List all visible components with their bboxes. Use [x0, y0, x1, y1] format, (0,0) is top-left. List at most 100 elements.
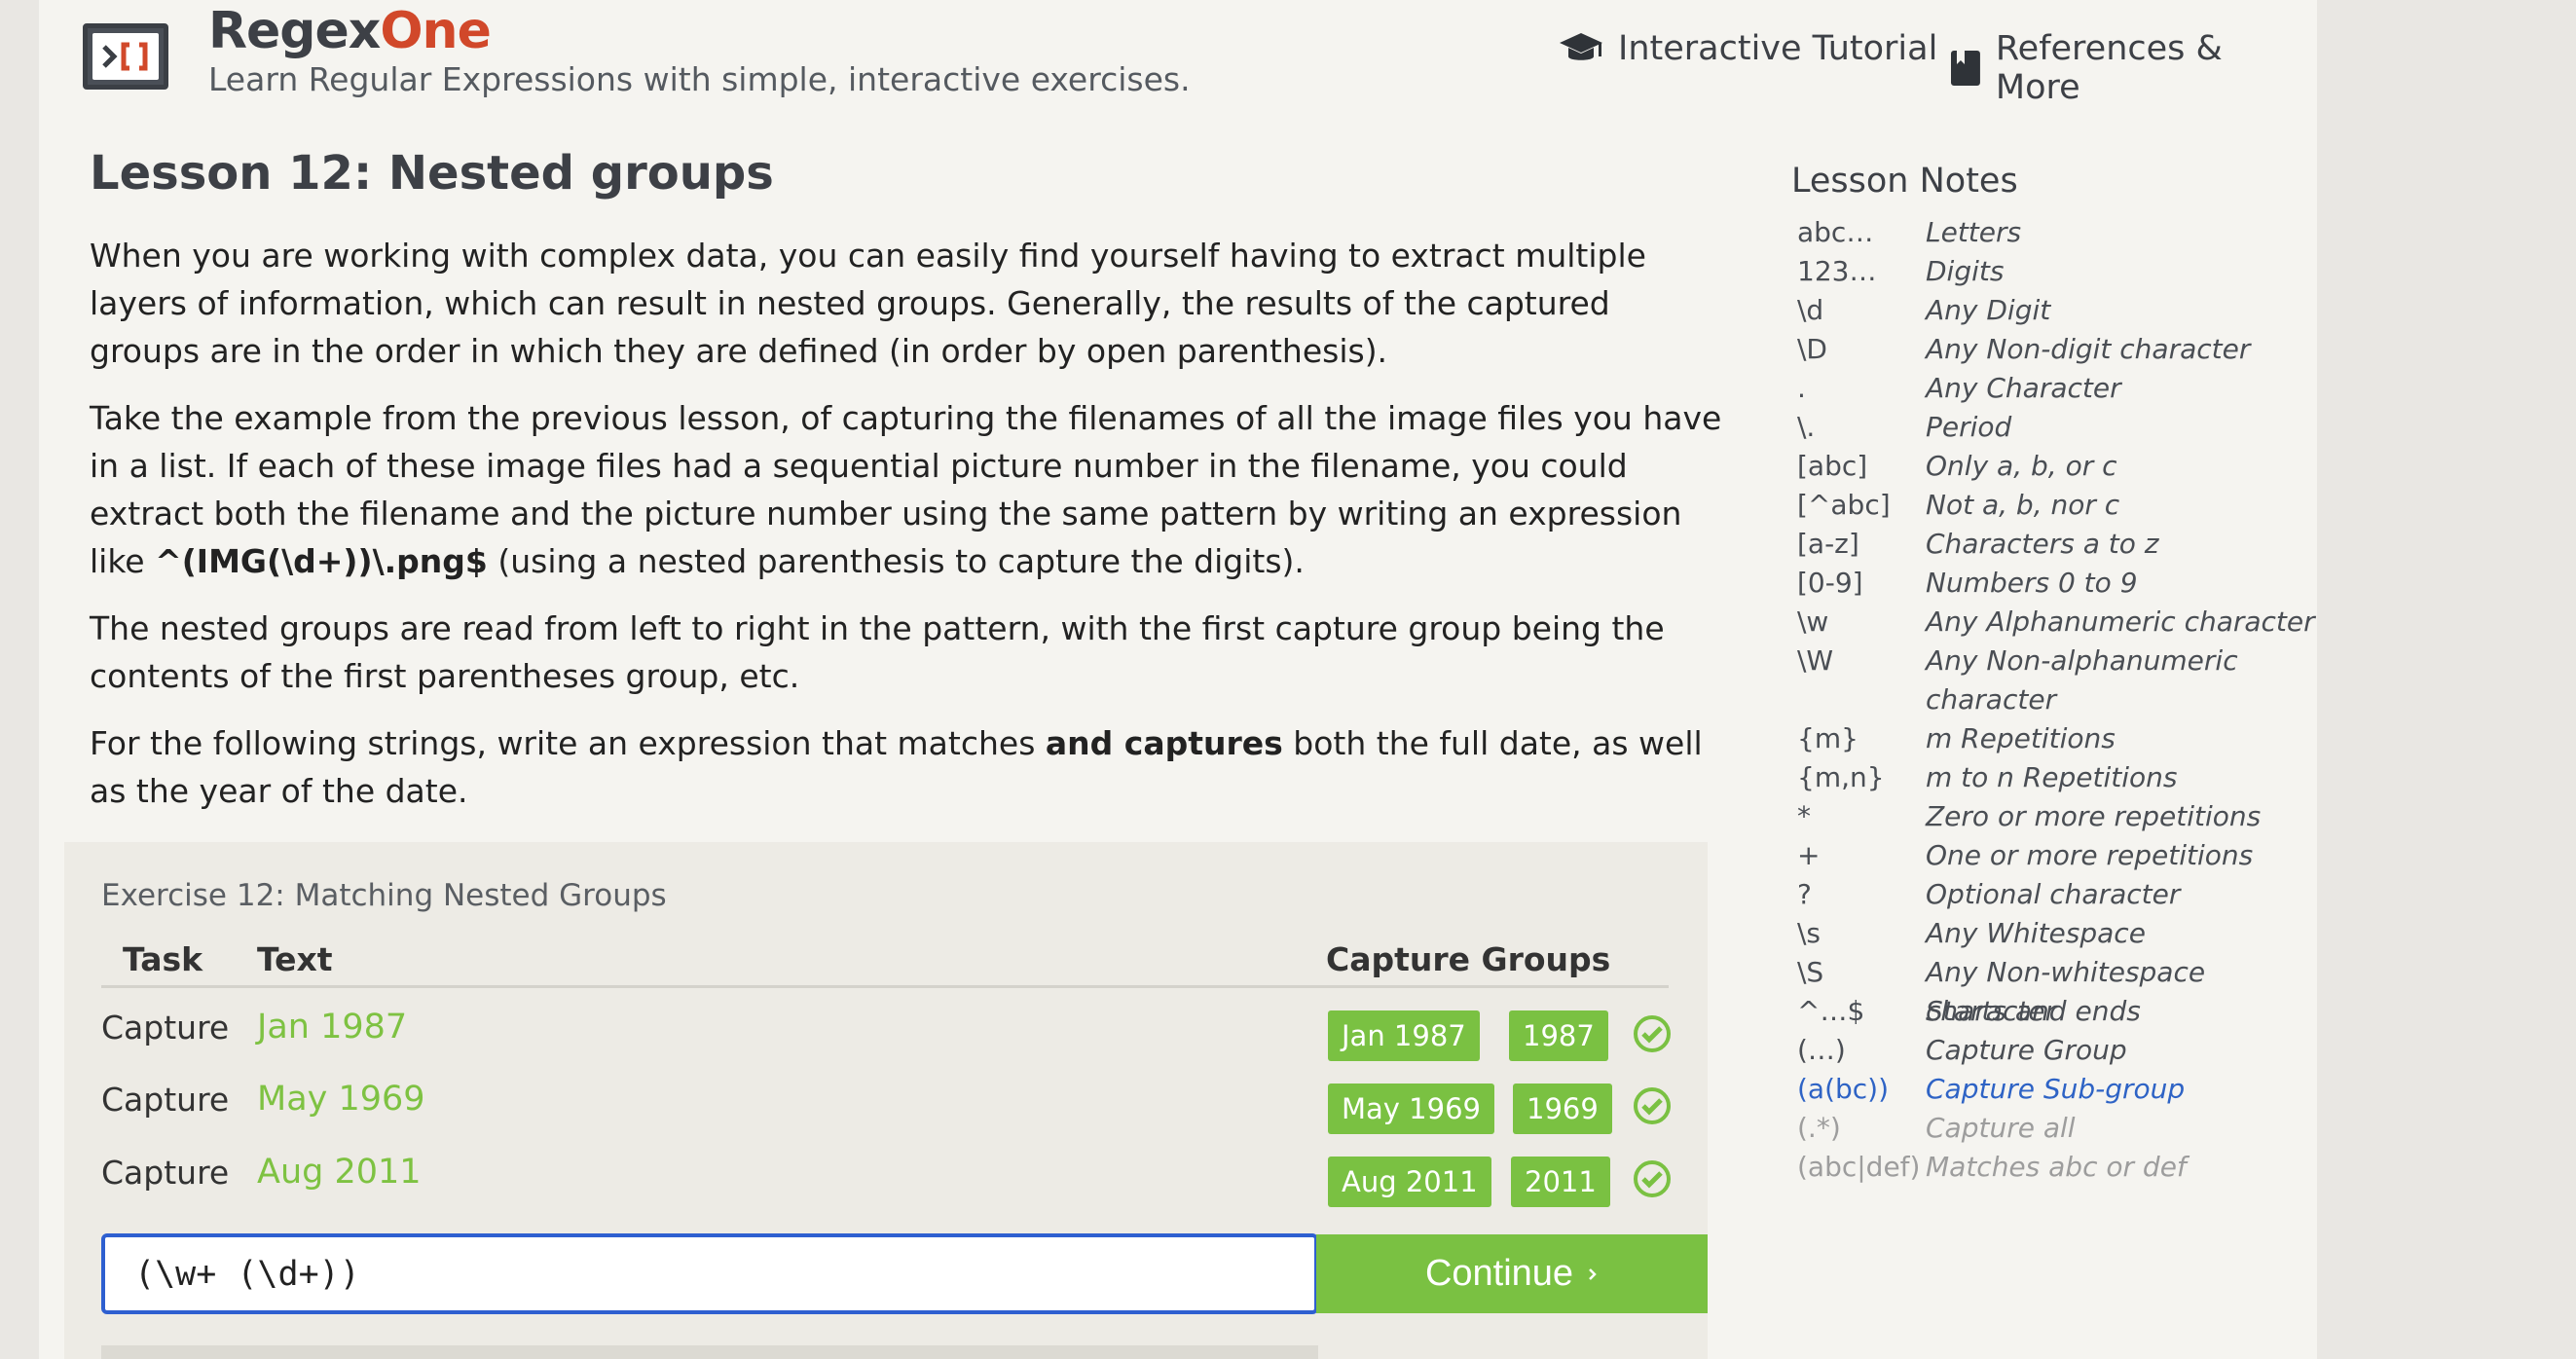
book-icon — [1950, 51, 1980, 86]
note-syntax: [^abc] — [1797, 489, 1891, 521]
note-description: Letters — [1926, 216, 2022, 248]
lesson-note-row: \w Any Alphanumeric character — [1797, 603, 2342, 642]
logo-icon[interactable] — [83, 23, 168, 90]
lesson-notes-title: Lesson Notes — [1791, 162, 2018, 201]
note-syntax: (a(bc)) — [1797, 1073, 1890, 1105]
lesson-note-row: abc… Letters — [1797, 213, 2342, 252]
note-syntax: [a-z] — [1797, 528, 1859, 560]
note-description: Any Alphanumeric character — [1926, 606, 2315, 638]
note-syntax: (.*) — [1797, 1112, 1841, 1144]
lesson-note-row: \d Any Digit — [1797, 291, 2342, 330]
lesson-note-row: (.*) Capture all — [1797, 1109, 2342, 1148]
note-syntax: {m,n} — [1797, 761, 1885, 793]
lesson-note-row: {m,n} m to n Repetitions — [1797, 758, 2342, 797]
lesson-note-row: (abc|def) Matches abc or def — [1797, 1148, 2342, 1187]
capture-group-chip: Jan 1987 — [1328, 1010, 1480, 1061]
check-circle-icon — [1634, 1015, 1671, 1052]
note-description: Capture Sub-group — [1926, 1073, 2186, 1105]
nav-references[interactable]: References & More — [1949, 29, 2317, 107]
lesson-note-row: \s Any Whitespace — [1797, 914, 2342, 953]
note-description: Starts and ends — [1926, 995, 2141, 1027]
regex-input[interactable] — [101, 1233, 1318, 1314]
nav-interactive-tutorial[interactable]: Interactive Tutorial — [1558, 29, 1937, 68]
test-string: May 1969 — [257, 1080, 425, 1119]
note-syntax: \W — [1797, 644, 1834, 677]
note-description: Optional character — [1926, 878, 2181, 910]
note-description: Capture all — [1926, 1112, 2076, 1144]
lesson-note-row: ? Optional character — [1797, 875, 2342, 914]
note-syntax: \S — [1797, 956, 1824, 988]
code-example: ^(IMG(\d+))\.png$ — [155, 542, 488, 580]
check-circle-icon — [1634, 1087, 1671, 1124]
note-syntax: (abc|def) — [1797, 1151, 1921, 1183]
note-syntax: * — [1797, 800, 1811, 832]
lesson-note-row: [a-z] Characters a to z — [1797, 525, 2342, 564]
note-syntax: ^…$ — [1797, 995, 1865, 1027]
note-syntax: (…) — [1797, 1034, 1846, 1066]
lesson-note-row: \W Any Non-alphanumeric — [1797, 642, 2342, 680]
note-description: Numbers 0 to 9 — [1926, 567, 2138, 599]
lesson-note-row: . Any Character — [1797, 369, 2342, 408]
exercise-title: Exercise 12: Matching Nested Groups — [101, 878, 667, 913]
nav-label: References & More — [1995, 29, 2223, 107]
note-description: Any Character — [1926, 372, 2121, 404]
lesson-note-row: \. Period — [1797, 408, 2342, 447]
lesson-title: Lesson 12: Nested groups — [90, 146, 774, 201]
capture-group-chip: 1969 — [1513, 1084, 1612, 1134]
header-divider — [101, 985, 1669, 988]
test-string: Aug 2011 — [257, 1153, 422, 1192]
input-footer-bar — [101, 1345, 1318, 1359]
test-string: Jan 1987 — [257, 1008, 408, 1047]
note-syntax: \D — [1797, 333, 1827, 365]
lesson-paragraph-1: When you are working with complex data, … — [90, 237, 1646, 370]
column-header-task: Task — [123, 940, 203, 978]
lesson-note-row: ^…$ Starts and ends — [1797, 992, 2342, 1031]
capture-group-chip: 2011 — [1511, 1157, 1610, 1207]
lesson-note-row: [^abc] Not a, b, nor c — [1797, 486, 2342, 525]
note-syntax: abc… — [1797, 216, 1874, 248]
note-description: character — [1926, 683, 2057, 716]
note-syntax: . — [1797, 372, 1806, 404]
note-syntax: 123… — [1797, 255, 1877, 287]
page: RegexOne Learn Regular Expressions with … — [39, 0, 2317, 1359]
chevron-right-icon — [1589, 1267, 1597, 1280]
task-label: Capture — [101, 1154, 230, 1192]
lesson-note-row: + One or more repetitions — [1797, 836, 2342, 875]
note-syntax: [abc] — [1797, 450, 1868, 482]
note-description: Any Whitespace — [1926, 917, 2146, 949]
lesson-paragraph-3: The nested groups are read from left to … — [90, 609, 1665, 695]
graduation-cap-icon — [1560, 33, 1602, 60]
check-circle-icon — [1634, 1160, 1671, 1197]
note-syntax: {m} — [1797, 722, 1858, 754]
nav-label: Interactive Tutorial — [1618, 29, 1938, 68]
note-description: One or more repetitions — [1926, 839, 2254, 871]
continue-button[interactable]: Continue — [1316, 1234, 1708, 1313]
note-description: Period — [1926, 411, 2012, 443]
column-header-text: Text — [257, 940, 333, 978]
capture-group-chip: May 1969 — [1328, 1084, 1494, 1134]
note-description: Zero or more repetitions — [1926, 800, 2262, 832]
note-description: Digits — [1926, 255, 2005, 287]
tagline: Learn Regular Expressions with simple, i… — [208, 60, 1191, 98]
capture-group-chip: Aug 2011 — [1328, 1157, 1491, 1207]
lesson-note-row: * Zero or more repetitions — [1797, 797, 2342, 836]
note-description: Only a, b, or c — [1926, 450, 2117, 482]
note-description: Any Non-alphanumeric — [1926, 644, 2238, 677]
bold-text: and captures — [1045, 724, 1283, 762]
lesson-note-row: [abc] Only a, b, or c — [1797, 447, 2342, 486]
lesson-note-row: \S Any Non-whitespace character — [1797, 953, 2342, 1027]
task-label: Capture — [101, 1009, 230, 1047]
lesson-paragraph-2: Take the example from the previous lesso… — [90, 394, 1725, 585]
brand-accent: One — [380, 2, 491, 60]
lesson-note-row: {m} m Repetitions — [1797, 719, 2342, 758]
capture-group-chip: 1987 — [1509, 1010, 1608, 1061]
continue-label: Continue — [1424, 1253, 1574, 1294]
paragraph-text: (using a nested parenthesis to capture t… — [487, 542, 1305, 580]
lesson-note-row: (…) Capture Group — [1797, 1031, 2342, 1070]
note-syntax: \. — [1797, 411, 1816, 443]
column-header-capture-groups: Capture Groups — [1326, 940, 1611, 978]
note-description: Characters a to z — [1926, 528, 2159, 560]
note-syntax: + — [1797, 839, 1821, 871]
lesson-note-row: (a(bc)) Capture Sub-group — [1797, 1070, 2342, 1109]
brand-title[interactable]: RegexOne — [208, 2, 492, 60]
